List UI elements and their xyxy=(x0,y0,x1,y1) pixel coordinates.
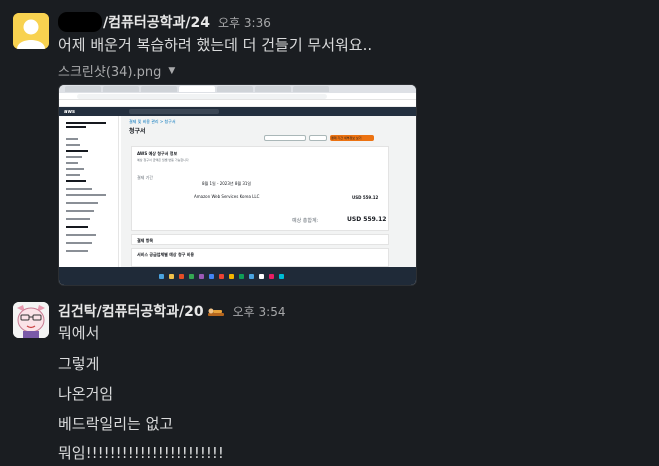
preview-section-2: 결제 항목 xyxy=(137,238,154,243)
message-header: /컴퓨터공학과/24 오후 3:36 xyxy=(58,12,271,32)
cartoon-avatar-icon xyxy=(13,302,49,338)
default-user-icon xyxy=(13,13,49,49)
aws-console-header: aws xyxy=(59,107,416,116)
message-line-3: 나온거임 xyxy=(58,385,114,403)
browser-tabs xyxy=(59,85,416,93)
preview-estimated-label: 예상 총합계: xyxy=(292,218,319,224)
message-line-2: 그렇게 xyxy=(58,355,100,373)
user-avatar[interactable] xyxy=(13,302,49,338)
image-attachment[interactable]: aws 결제 및 비용 관리 > 청구서 청구서 결제 기간 세부정보 보기 A… xyxy=(58,84,417,286)
preview-period: 8월 1일 - 2023년 8월 31일 xyxy=(202,181,252,186)
message-line-1: 뭐에서 xyxy=(58,324,100,342)
preview-primary-button: 결제 기간 세부정보 보기 xyxy=(331,136,362,140)
caret-down-icon: ▼ xyxy=(168,65,176,76)
preview-panel-title: AWS 예상 청구서 정보 xyxy=(137,151,178,156)
sender-name[interactable]: /컴퓨터공학과/24 xyxy=(103,12,210,32)
user-avatar[interactable] xyxy=(13,13,49,49)
windows-taskbar xyxy=(59,267,416,285)
aws-logo: aws xyxy=(64,109,75,115)
browser-url-bar xyxy=(59,93,416,100)
preview-sidebar xyxy=(59,116,119,267)
person-lying-icon xyxy=(207,308,224,316)
message-header: 김건탁/컴퓨터공학과/20 오후 3:54 xyxy=(58,301,285,321)
sender-name[interactable]: 김건탁/컴퓨터공학과/20 xyxy=(58,301,204,321)
preview-amount: USD 559.12 xyxy=(352,195,379,200)
preview-content: 결제 및 비용 관리 > 청구서 청구서 결제 기간 세부정보 보기 AWS 예… xyxy=(121,116,416,267)
preview-company: Amazon Web Services Korea LLC xyxy=(194,194,260,199)
message-text: 어제 배운거 복습하려 했는데 더 건들기 무서워요.. xyxy=(58,36,373,54)
redacted-name xyxy=(58,12,102,32)
bookmarks-bar xyxy=(59,100,416,107)
file-name-toggle[interactable]: 스크린샷(34).png ▼ xyxy=(58,61,175,80)
preview-section-3: 서비스 공급업체별 예상 청구 비용 xyxy=(137,252,195,257)
timestamp[interactable]: 오후 3:36 xyxy=(218,14,271,31)
message-line-5: 뭐임!!!!!!!!!!!!!!!!!!!!!!! xyxy=(58,444,224,462)
timestamp[interactable]: 오후 3:54 xyxy=(233,303,286,320)
preview-page-title: 청구서 xyxy=(129,128,146,135)
message-line-4: 베드락일리는 없고 xyxy=(58,415,174,433)
preview-total: USD 559.12 xyxy=(347,216,387,223)
file-name: 스크린샷(34).png xyxy=(58,65,162,80)
